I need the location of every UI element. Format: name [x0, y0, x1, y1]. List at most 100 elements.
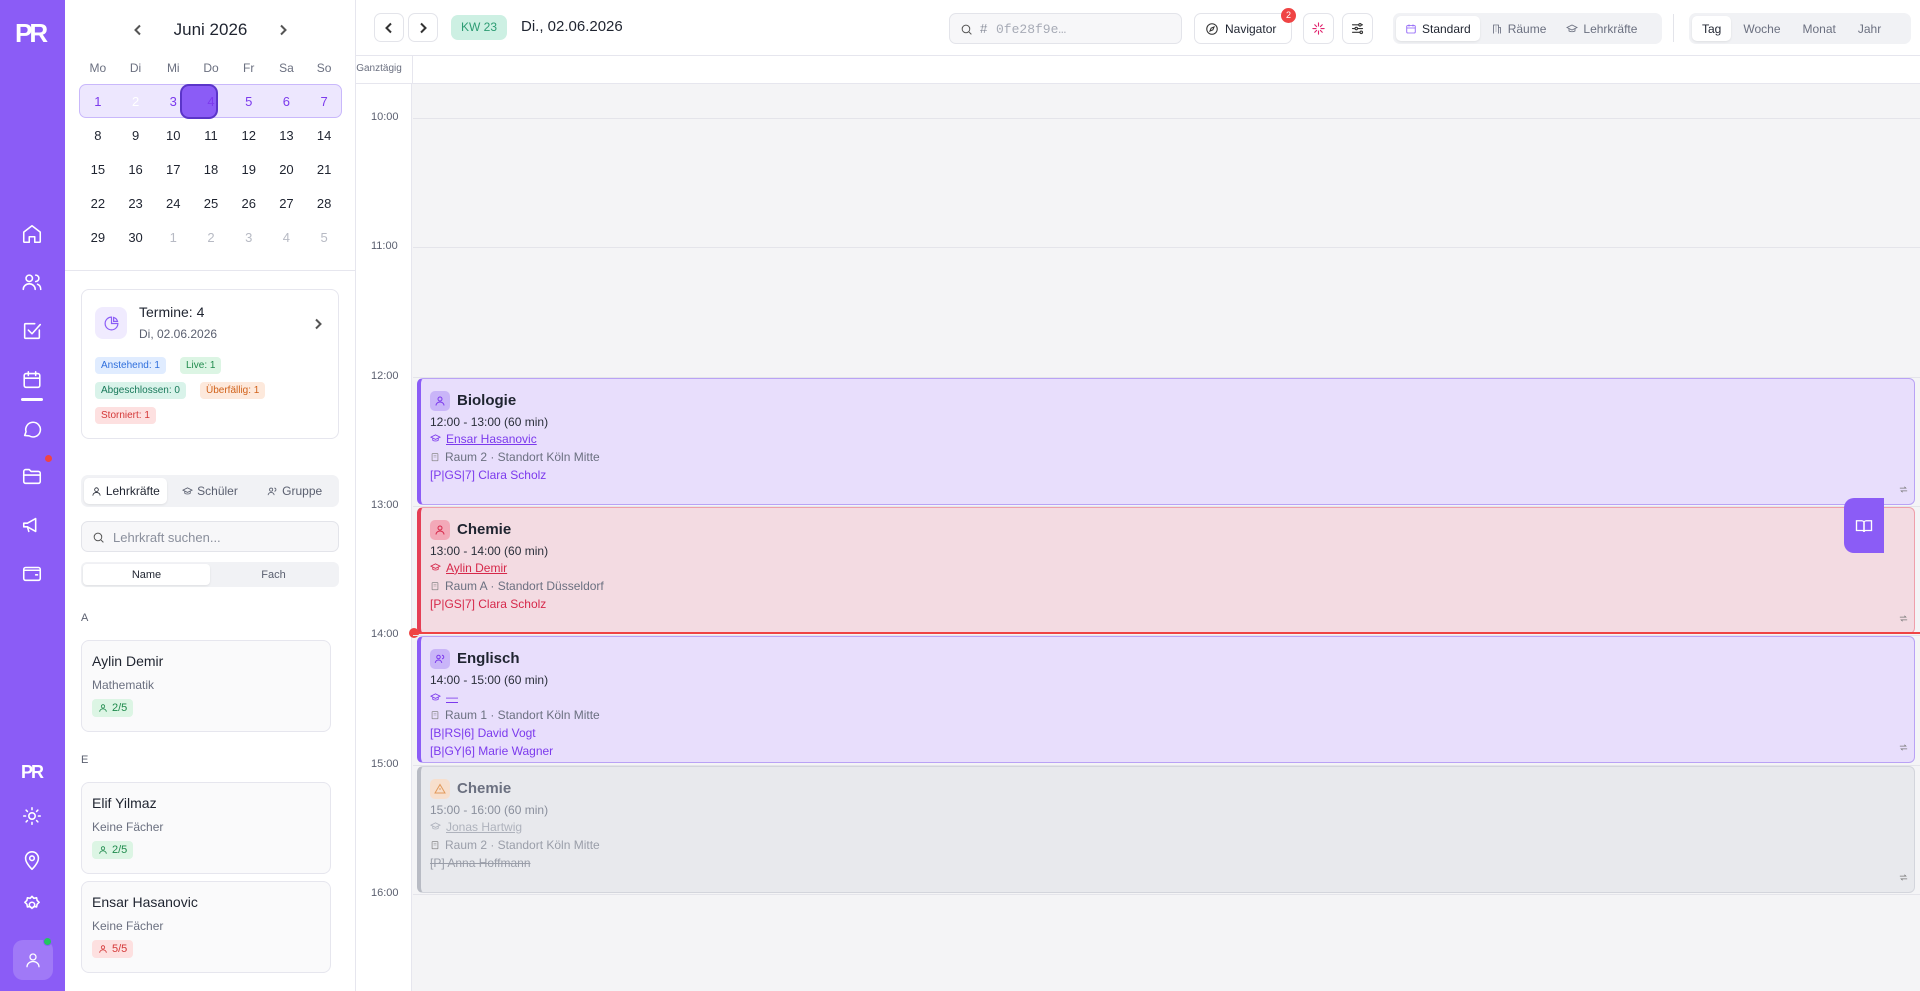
- calendar-day[interactable]: 8: [79, 128, 117, 143]
- event-teacher-link[interactable]: Jonas Hartwig: [430, 820, 522, 834]
- hour-label: 15:00: [371, 757, 399, 770]
- calendar-day[interactable]: 15: [79, 162, 117, 177]
- event-student[interactable]: [B|RS|6] David Vogt: [430, 726, 536, 740]
- view-standard[interactable]: Standard: [1396, 16, 1480, 41]
- calendar-day[interactable]: 17: [154, 162, 192, 177]
- sort-by-subject[interactable]: Fach: [210, 564, 337, 585]
- next-day-button[interactable]: [408, 13, 438, 42]
- calendar-day[interactable]: 5: [305, 230, 343, 245]
- range-week[interactable]: Woche: [1733, 16, 1790, 41]
- calendar-day[interactable]: 7: [305, 94, 343, 109]
- mini-calendar: Mo Di Mi Do Fr Sa So 1 2 3 4 5 6 7 8 9 10 11 12 13 14 15 16 17 1…: [79, 60, 343, 254]
- calendar-day[interactable]: 10: [154, 128, 192, 143]
- navigator-button[interactable]: Navigator: [1194, 13, 1292, 44]
- calendar-day[interactable]: 19: [230, 162, 268, 177]
- calendar-day[interactable]: 14: [305, 128, 343, 143]
- calendar-day[interactable]: 4: [268, 230, 306, 245]
- event-student[interactable]: [P|GS|7] Clara Scholz: [430, 468, 546, 482]
- calendar-day[interactable]: 29: [79, 230, 117, 245]
- calendar-day[interactable]: 9: [117, 128, 155, 143]
- ai-sparkle-button[interactable]: [1303, 13, 1334, 44]
- sliders-icon: [1351, 22, 1364, 35]
- open-book-button[interactable]: [1844, 498, 1884, 553]
- teacher-card[interactable]: Aylin Demir Mathematik 2/5: [81, 640, 331, 732]
- calendar-day[interactable]: 23: [117, 196, 155, 211]
- next-month-button[interactable]: [275, 22, 291, 38]
- home-icon[interactable]: [20, 222, 44, 246]
- calendar-day[interactable]: 20: [268, 162, 306, 177]
- badge-overdue: Überfällig: 1: [200, 382, 266, 399]
- prev-month-button[interactable]: [130, 22, 146, 38]
- calendar-day[interactable]: 30: [117, 230, 155, 245]
- tab-group[interactable]: Gruppe: [253, 478, 336, 504]
- tasks-icon[interactable]: [20, 319, 44, 343]
- graduation-cap-icon: [1566, 24, 1579, 32]
- event-student[interactable]: [P] Anna Hoffmann: [430, 856, 531, 870]
- calendar-day[interactable]: 1: [154, 230, 192, 245]
- megaphone-icon[interactable]: [20, 513, 44, 537]
- event-card[interactable]: Biologie 12:00 - 13:00 (60 min) Ensar Hasa…: [417, 377, 1915, 505]
- event-card[interactable]: Englisch 14:00 - 15:00 (60 min) — Raum 1 · …: [417, 636, 1915, 764]
- calendar-day[interactable]: 5: [230, 94, 268, 109]
- calendar-day[interactable]: 6: [268, 94, 306, 109]
- chat-icon[interactable]: [20, 417, 44, 441]
- view-teachers[interactable]: Lehrkräfte: [1557, 16, 1646, 41]
- appointments-summary-card[interactable]: Termine: 4 Di, 02.06.2026 Anstehend: 1 L…: [81, 289, 339, 439]
- appointment-search-input[interactable]: [996, 19, 1176, 39]
- event-teacher-link[interactable]: Ensar Hasanovic: [430, 432, 537, 446]
- graduation-cap-icon: [430, 822, 441, 830]
- teacher-card[interactable]: Ensar Hasanovic Keine Fächer 5/5: [81, 881, 331, 973]
- teacher-search-input[interactable]: [113, 527, 328, 547]
- app-logo[interactable]: PR: [15, 18, 49, 48]
- weekday-label: Mi: [166, 61, 180, 75]
- calendar-day[interactable]: 24: [154, 196, 192, 211]
- calendar-day[interactable]: 28: [305, 196, 343, 211]
- calendar-day[interactable]: 13: [268, 128, 306, 143]
- tab-teachers[interactable]: Lehrkräfte: [84, 478, 167, 504]
- calendar-day[interactable]: 25: [192, 196, 230, 211]
- event-student[interactable]: [P|GS|7] Clara Scholz: [430, 597, 546, 611]
- weekday-label: Sa: [279, 61, 294, 75]
- prev-day-button[interactable]: [374, 13, 404, 42]
- calendar-day[interactable]: 12: [230, 128, 268, 143]
- day-grid[interactable]: Biologie 12:00 - 13:00 (60 min) Ensar Hasa…: [356, 84, 1920, 991]
- calendar-day[interactable]: 21: [305, 162, 343, 177]
- range-month[interactable]: Monat: [1793, 16, 1846, 41]
- teacher-card[interactable]: Elif Yilmaz Keine Fächer 2/5: [81, 782, 331, 874]
- calendar-day[interactable]: 11: [192, 128, 230, 143]
- chevron-right-icon: [280, 24, 288, 36]
- sun-icon[interactable]: [20, 804, 44, 828]
- calendar-day[interactable]: 3: [230, 230, 268, 245]
- calendar-day[interactable]: 4: [192, 94, 230, 109]
- range-day[interactable]: Tag: [1692, 16, 1732, 41]
- view-rooms[interactable]: Räume: [1482, 16, 1556, 41]
- calendar-day[interactable]: 16: [117, 162, 155, 177]
- chevron-right-icon[interactable]: [312, 317, 324, 335]
- month-label: Juni 2026: [173, 20, 248, 39]
- calendar-day[interactable]: 22: [79, 196, 117, 211]
- calendar-day[interactable]: 18: [192, 162, 230, 177]
- event-teacher-link[interactable]: Aylin Demir: [430, 561, 507, 575]
- calendar-day[interactable]: 3: [154, 94, 192, 109]
- users-icon[interactable]: [20, 270, 44, 294]
- folder-icon[interactable]: [20, 464, 44, 488]
- event-card[interactable]: Chemie 13:00 - 14:00 (60 min) Aylin Demir R…: [417, 506, 1915, 635]
- calendar-icon[interactable]: [20, 368, 44, 392]
- sort-by-name[interactable]: Name: [83, 564, 210, 585]
- calendar-day[interactable]: 1: [79, 94, 117, 109]
- wallet-icon[interactable]: [20, 561, 44, 585]
- calendar-day[interactable]: 2: [192, 230, 230, 245]
- event-teacher: —: [446, 690, 458, 705]
- calendar-day[interactable]: 26: [230, 196, 268, 211]
- calendar-day[interactable]: 2: [117, 94, 155, 109]
- event-card[interactable]: Chemie 15:00 - 16:00 (60 min) Jonas Hartwi…: [417, 765, 1915, 893]
- filter-settings-button[interactable]: [1342, 13, 1373, 44]
- user-avatar[interactable]: [13, 940, 53, 980]
- range-year[interactable]: Jahr: [1848, 16, 1891, 41]
- settings-icon[interactable]: [20, 893, 44, 917]
- event-student[interactable]: [B|GY|6] Marie Wagner: [430, 744, 553, 758]
- tab-students[interactable]: Schüler: [169, 478, 252, 504]
- location-icon[interactable]: [20, 849, 44, 873]
- calendar-day[interactable]: 27: [268, 196, 306, 211]
- event-teacher-link[interactable]: —: [430, 690, 458, 704]
